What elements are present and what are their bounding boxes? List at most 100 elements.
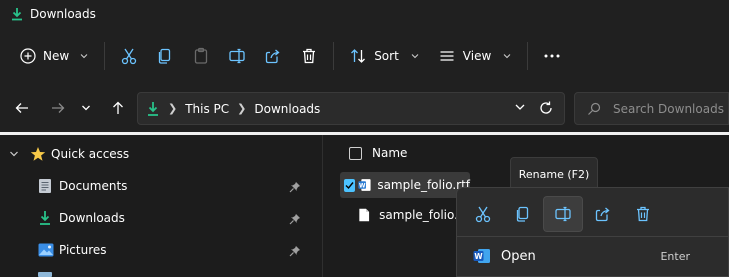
context-share-button[interactable]	[583, 196, 623, 232]
rename-tooltip: Rename (F2)	[510, 157, 598, 191]
view-label: View	[462, 49, 492, 63]
trash-icon	[637, 206, 649, 222]
window-title: Downloads	[30, 7, 96, 21]
breadcrumb-this-pc[interactable]: This PC	[185, 102, 229, 116]
title-bar: Downloads	[0, 0, 729, 28]
copy-button[interactable]	[147, 40, 183, 72]
context-open-label: Open	[501, 248, 536, 264]
breadcrumb-downloads[interactable]: Downloads	[254, 102, 320, 116]
search-icon	[588, 102, 601, 115]
download-arrow-icon	[148, 101, 158, 116]
cut-button[interactable]	[111, 40, 147, 72]
rename-icon	[555, 206, 571, 222]
view-button[interactable]: View	[429, 40, 521, 72]
context-menu: W Open Enter	[456, 187, 729, 277]
delete-button[interactable]	[291, 40, 327, 72]
column-header-name[interactable]: Name	[349, 146, 407, 160]
scissors-icon	[122, 48, 137, 65]
svg-text:W: W	[474, 252, 483, 261]
document-icon	[359, 208, 369, 222]
separator	[527, 42, 529, 70]
file-row[interactable]: W sample_folio.rtf	[340, 172, 470, 198]
breadcrumb-separator-icon: ❯	[168, 102, 178, 115]
pin-icon[interactable]	[289, 181, 301, 193]
breadcrumb-separator-icon: ❯	[237, 102, 247, 115]
quick-access-label: Quick access	[51, 147, 130, 161]
share-icon	[595, 207, 610, 222]
pin-icon[interactable]	[289, 213, 301, 225]
rename-icon	[229, 48, 245, 64]
nav-label: Downloads	[59, 211, 125, 225]
pictures-icon	[38, 243, 54, 257]
nav-label: Pictures	[59, 243, 107, 257]
nav-label: Documents	[59, 179, 128, 193]
chevron-down-icon	[10, 151, 18, 157]
nav-item-partial-icon	[38, 272, 52, 277]
arrow-left-icon	[15, 103, 28, 113]
nav-item-downloads[interactable]: Downloads	[0, 202, 322, 234]
pin-icon[interactable]	[289, 245, 301, 257]
nav-item-documents[interactable]: Documents	[0, 170, 322, 202]
back-button[interactable]	[6, 92, 38, 124]
chevron-down-icon	[503, 54, 511, 59]
forward-button[interactable]	[42, 92, 74, 124]
navigation-pane: Quick access Documents Downloads Picture	[0, 135, 322, 277]
up-button[interactable]	[102, 92, 134, 124]
context-menu-separator	[457, 236, 729, 237]
search-box[interactable]: Search Downloads	[574, 92, 729, 125]
nav-item-quick-access[interactable]: Quick access	[0, 138, 322, 170]
nav-item-pictures[interactable]: Pictures	[0, 234, 322, 266]
file-row[interactable]: sample_folio.xr	[340, 202, 470, 228]
search-placeholder: Search Downloads	[613, 101, 724, 116]
more-options-button[interactable]	[534, 40, 570, 72]
documents-icon	[39, 179, 51, 193]
word-document-icon: W	[358, 179, 371, 191]
separator	[104, 42, 106, 70]
view-list-icon	[440, 51, 454, 61]
context-cut-button[interactable]	[463, 196, 503, 232]
paste-icon	[195, 47, 208, 64]
star-icon	[30, 147, 46, 161]
address-row: ❯ This PC ❯ Downloads Search Downloads	[0, 84, 729, 132]
select-all-checkbox[interactable]	[349, 146, 362, 160]
command-bar: New Sort View	[0, 28, 729, 84]
recent-locations-button[interactable]	[74, 92, 98, 124]
plus-circle-icon	[20, 48, 36, 64]
share-button[interactable]	[255, 40, 291, 72]
arrow-right-icon	[52, 103, 65, 113]
context-open-item[interactable]: W Open Enter	[461, 240, 726, 272]
column-name-label: Name	[372, 146, 408, 160]
scissors-icon	[475, 206, 491, 223]
address-history-button[interactable]	[514, 101, 526, 116]
word-app-icon: W	[473, 249, 490, 263]
downloads-icon	[40, 211, 50, 225]
context-menu-toolbar	[463, 194, 663, 234]
copy-icon	[516, 206, 529, 222]
trash-icon	[303, 48, 316, 64]
copy-icon	[159, 48, 171, 64]
chevron-down-icon	[80, 54, 88, 59]
arrow-up-icon	[113, 101, 123, 114]
refresh-button[interactable]	[538, 100, 554, 119]
chevron-down-icon	[515, 104, 525, 110]
new-label: New	[43, 49, 70, 63]
address-bar[interactable]: ❯ This PC ❯ Downloads	[137, 92, 565, 125]
sort-button[interactable]: Sort	[340, 40, 429, 72]
separator	[333, 42, 335, 70]
checkmark-icon	[345, 181, 354, 189]
download-arrow-icon	[12, 8, 22, 21]
new-button[interactable]: New	[12, 40, 98, 72]
context-rename-button[interactable]	[543, 196, 583, 232]
context-open-shortcut: Enter	[660, 249, 690, 263]
rename-button[interactable]	[219, 40, 255, 72]
row-checkbox[interactable]	[344, 178, 355, 192]
refresh-icon	[540, 101, 552, 114]
sort-label: Sort	[374, 49, 399, 63]
svg-text:W: W	[359, 183, 366, 189]
share-icon	[266, 49, 280, 64]
paste-button[interactable]	[183, 40, 219, 72]
context-copy-button[interactable]	[503, 196, 543, 232]
sort-icon	[351, 49, 366, 63]
chevron-down-icon	[411, 54, 419, 59]
context-delete-button[interactable]	[623, 196, 663, 232]
